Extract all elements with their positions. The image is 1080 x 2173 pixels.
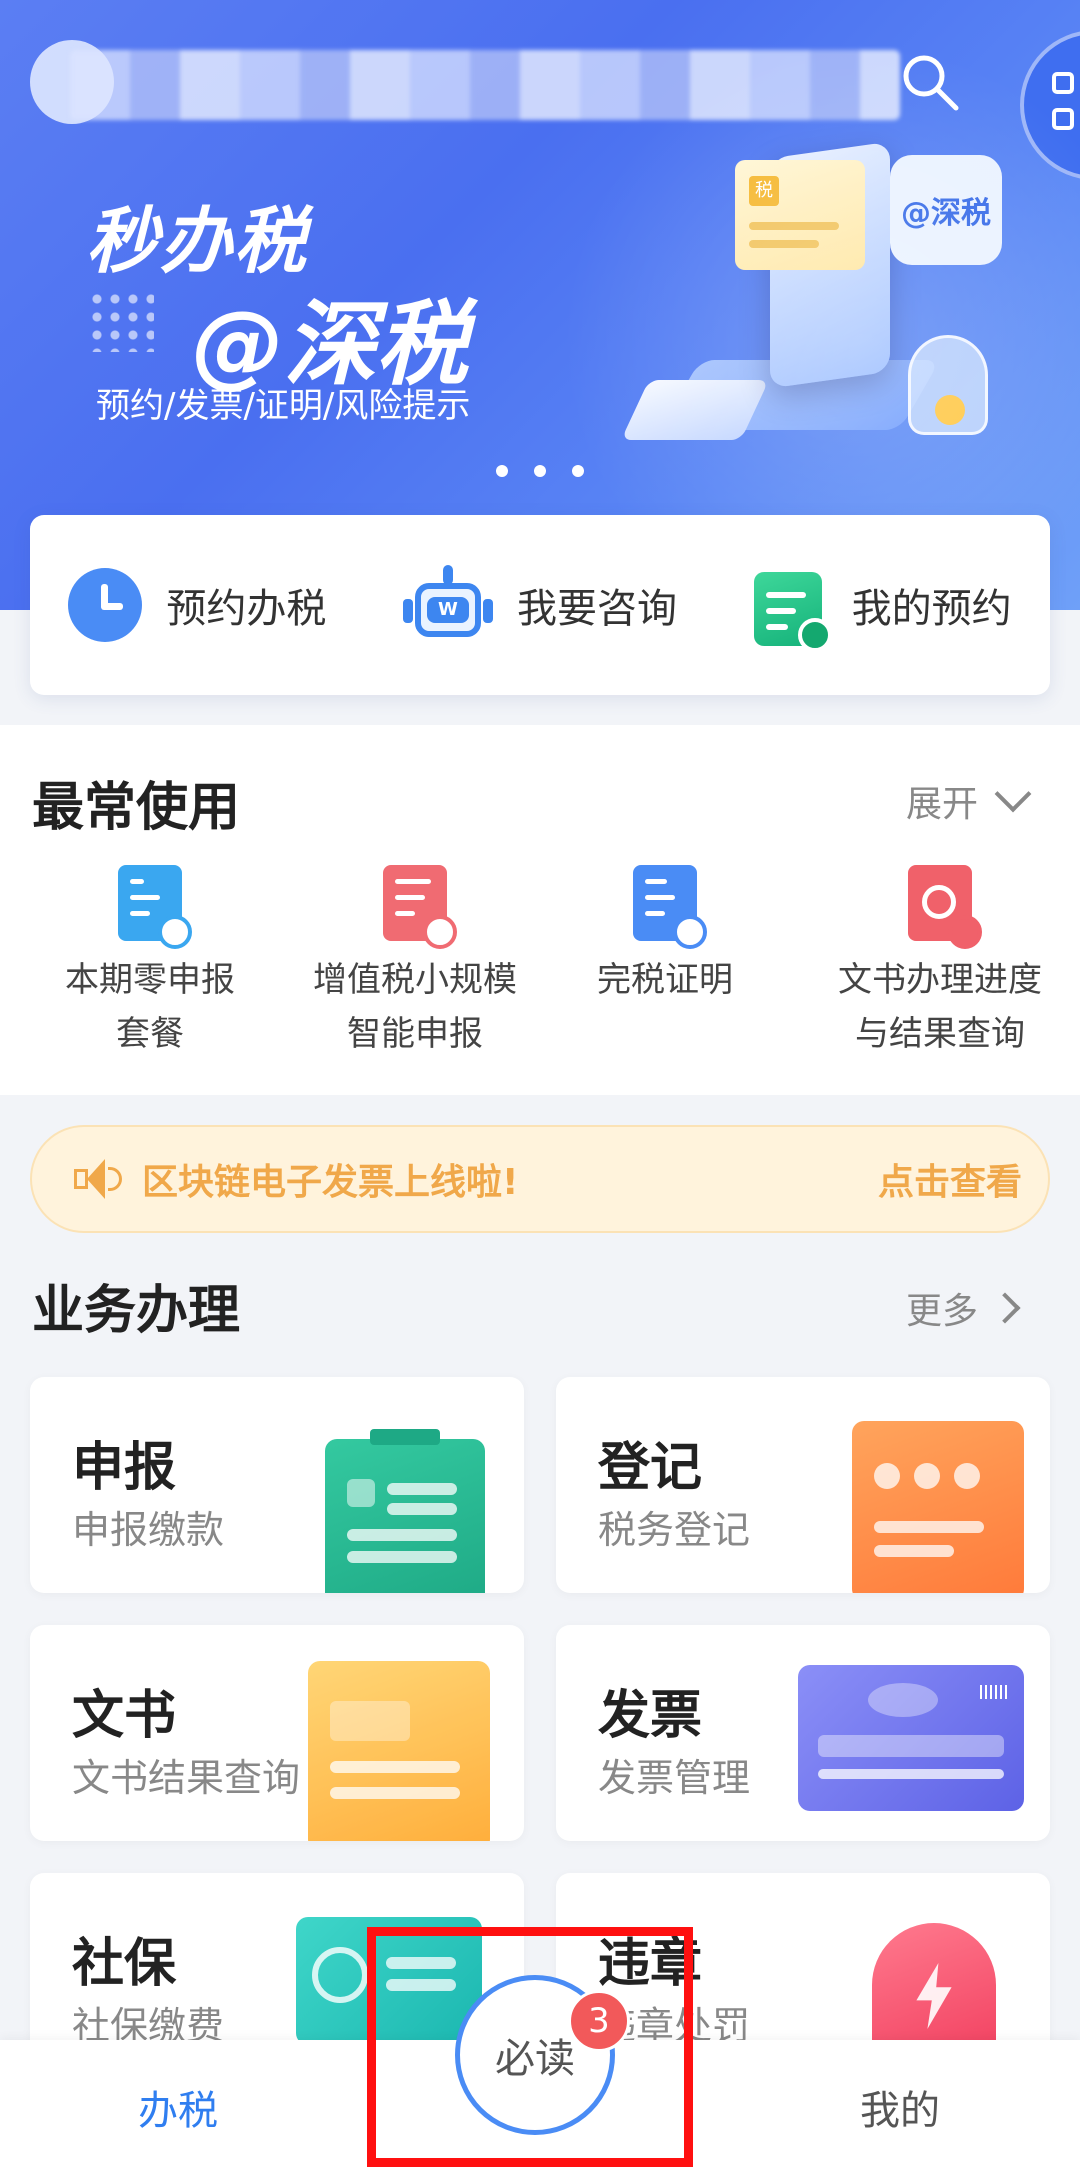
frequent-title: 最常使用 bbox=[32, 778, 241, 838]
frequent-item-tax-certificate[interactable]: 完税证明 bbox=[530, 865, 800, 1061]
business-card-subtitle: 发票管理 bbox=[598, 1756, 751, 1800]
quick-action-consult[interactable]: W 我要咨询 bbox=[402, 565, 677, 645]
frequent-item-label: 文书办理进度 bbox=[838, 960, 1042, 1000]
illustration-phone bbox=[770, 141, 890, 389]
illustration-box bbox=[621, 380, 769, 440]
chevron-down-icon bbox=[994, 775, 1032, 813]
illustration-coin-jar bbox=[908, 335, 988, 435]
clock-icon bbox=[68, 568, 143, 642]
frequent-item-label: 增值税小规模 bbox=[313, 960, 517, 1000]
business-card-title: 登记 bbox=[598, 1438, 703, 1498]
search-icon[interactable] bbox=[898, 50, 962, 114]
quick-actions-card: 预约办税 W 我要咨询 我的预约 bbox=[30, 515, 1050, 695]
frequent-item-label: 套餐 bbox=[116, 1014, 184, 1054]
frequent-item-label: 与结果查询 bbox=[855, 1014, 1025, 1054]
robot-icon: W bbox=[402, 565, 493, 645]
speaker-icon bbox=[74, 1159, 124, 1199]
quick-action-appointment[interactable]: 预约办税 bbox=[68, 568, 326, 642]
grid-icon bbox=[1052, 72, 1074, 94]
tab-mine[interactable]: 我的 bbox=[860, 2078, 940, 2136]
document-search-icon bbox=[908, 865, 982, 949]
expand-button[interactable]: 展开 bbox=[906, 775, 1032, 827]
clipboard-icon bbox=[325, 1429, 485, 1593]
business-card-documents[interactable]: 文书 文书结果查询 bbox=[30, 1625, 524, 1841]
business-card-title: 文书 bbox=[72, 1686, 177, 1746]
document-folder-icon bbox=[308, 1661, 490, 1841]
pager-dot bbox=[496, 465, 508, 477]
pager-dot bbox=[572, 465, 584, 477]
more-label: 更多 bbox=[906, 1291, 979, 1332]
frequent-item-label: 本期零申报 bbox=[65, 960, 235, 1000]
zero-declaration-icon bbox=[118, 865, 192, 949]
more-button[interactable]: 更多 bbox=[906, 1282, 1021, 1334]
banner-pager bbox=[496, 462, 610, 481]
calendar-icon bbox=[753, 564, 832, 652]
business-card-subtitle: 文书结果查询 bbox=[72, 1756, 301, 1800]
registration-form-icon bbox=[852, 1421, 1024, 1593]
vat-declaration-icon bbox=[383, 865, 457, 949]
pager-dot bbox=[534, 465, 546, 477]
quick-action-label: 预约办税 bbox=[166, 586, 327, 632]
blurred-account-name bbox=[70, 50, 900, 120]
business-card-invoice[interactable]: 发票 发票管理 bbox=[556, 1625, 1050, 1841]
business-title: 业务办理 bbox=[32, 1281, 241, 1341]
tax-card-label: 税 bbox=[749, 176, 779, 206]
expand-label: 展开 bbox=[906, 784, 979, 825]
frequent-items: 本期零申报套餐 增值税小规模 智能申报 完税证明 文书办理进度 与结果查询 bbox=[0, 865, 1080, 1061]
chevron-right-icon bbox=[989, 1292, 1021, 1324]
invoice-card-icon bbox=[798, 1665, 1024, 1811]
frequent-section: 最常使用 展开 本期零申报 套餐 增值税小规模 智能申报 完税证明 文书办理进度… bbox=[0, 725, 1080, 1095]
quick-action-label: 我的预约 bbox=[851, 586, 1012, 632]
frequent-item-document-progress[interactable]: 文书办理进度 与结果查询 bbox=[800, 865, 1080, 1061]
apps-grid-button[interactable] bbox=[1020, 30, 1080, 180]
coin-icon bbox=[935, 395, 965, 425]
quick-action-my-appointments[interactable]: 我的预约 bbox=[753, 564, 1012, 652]
frequent-item-label: 智能申报 bbox=[347, 1014, 483, 1054]
business-card-title: 申报 bbox=[72, 1438, 177, 1498]
frequent-item-zero-declaration[interactable]: 本期零申报 套餐 bbox=[0, 865, 300, 1061]
dot-pattern-decoration bbox=[88, 290, 154, 352]
tax-certificate-icon bbox=[633, 865, 707, 949]
announcement-bar[interactable]: 区块链电子发票上线啦! 点击查看 bbox=[30, 1125, 1050, 1233]
frequent-item-vat-small-scale[interactable]: 增值税小规模 智能申报 bbox=[300, 865, 530, 1061]
business-card-subtitle: 申报缴款 bbox=[72, 1508, 225, 1552]
tab-tax[interactable]: 办税 bbox=[138, 2078, 218, 2136]
highlight-annotation-box bbox=[367, 1927, 693, 2167]
top-bar bbox=[30, 30, 1080, 180]
illustration-chat-bubble: @深税 bbox=[890, 155, 1002, 265]
illustration-platform bbox=[659, 360, 941, 430]
quick-action-label: 我要咨询 bbox=[516, 586, 677, 632]
banner-subtitle: 预约/发票/证明/风险提示 bbox=[96, 386, 471, 426]
illustration-tax-card: 税 bbox=[735, 160, 865, 270]
business-card-subtitle: 税务登记 bbox=[598, 1508, 751, 1552]
business-card-registration[interactable]: 登记 税务登记 bbox=[556, 1377, 1050, 1593]
frequent-item-label: 完税证明 bbox=[597, 960, 733, 1000]
business-card-title: 社保 bbox=[72, 1934, 177, 1994]
business-card-declaration[interactable]: 申报 申报缴款 bbox=[30, 1377, 524, 1593]
view-announcement-link[interactable]: 点击查看 bbox=[878, 1153, 1022, 1205]
business-card-title: 发票 bbox=[598, 1686, 703, 1746]
announcement-text: 区块链电子发票上线啦! bbox=[142, 1162, 519, 1203]
